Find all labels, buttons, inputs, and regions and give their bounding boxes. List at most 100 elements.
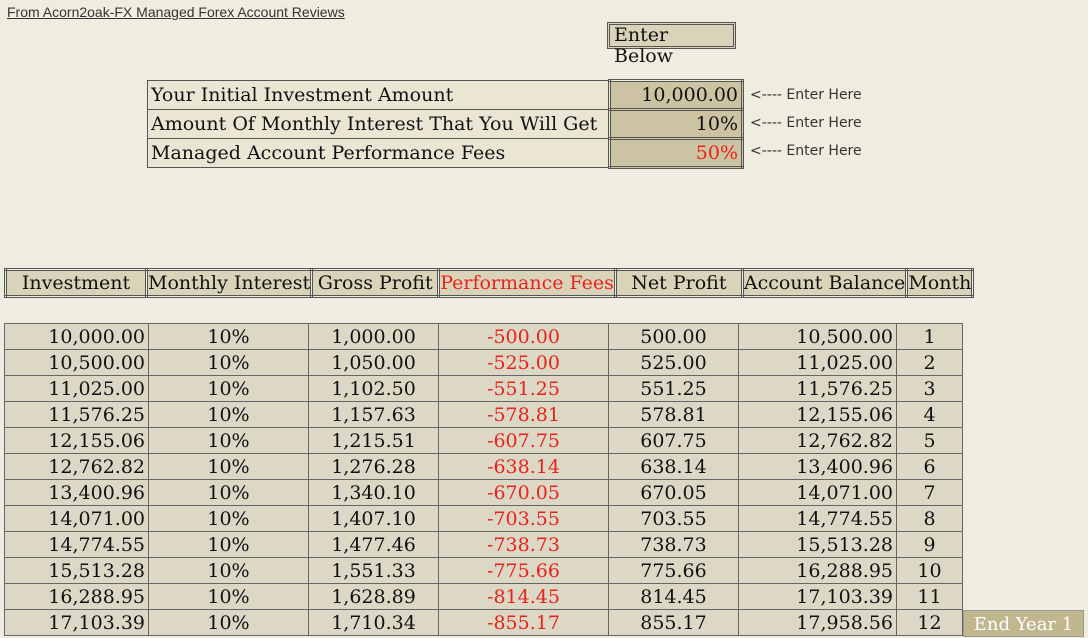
monthly-interest-label: Amount Of Monthly Interest That You Will… <box>147 109 610 139</box>
cell-account-balance: 16,288.95 <box>738 557 897 584</box>
cell-net-profit: 670.05 <box>608 479 739 506</box>
cell-month: 11 <box>896 583 963 610</box>
cell-monthly-interest: 10% <box>148 583 309 610</box>
cell-monthly-interest: 10% <box>148 609 309 636</box>
input-row: Managed Account Performance Fees 50% <box>147 137 744 169</box>
cell-monthly-interest: 10% <box>148 531 309 558</box>
cell-performance-fees: -703.55 <box>438 505 609 532</box>
end-year-label: End Year 1 <box>963 610 1084 637</box>
header-gross-profit: Gross Profit <box>310 268 441 298</box>
cell-gross-profit: 1,551.33 <box>308 557 439 584</box>
cell-month: 9 <box>896 531 963 558</box>
cell-month: 7 <box>896 479 963 506</box>
cell-net-profit: 500.00 <box>608 323 739 350</box>
cell-investment: 14,071.00 <box>4 505 149 532</box>
cell-account-balance: 12,155.06 <box>738 401 897 428</box>
cell-monthly-interest: 10% <box>148 557 309 584</box>
cell-gross-profit: 1,000.00 <box>308 323 439 350</box>
cell-month: 12 <box>896 609 963 636</box>
table-row: 16,288.95 10% 1,628.89 -814.45 814.45 17,103.… <box>4 583 963 610</box>
cell-investment: 10,000.00 <box>4 323 149 350</box>
cell-investment: 17,103.39 <box>4 609 149 636</box>
header-net-profit: Net Profit <box>613 268 744 298</box>
monthly-interest-input[interactable]: 10% <box>608 108 744 140</box>
cell-performance-fees: -578.81 <box>438 401 609 428</box>
cell-account-balance: 17,958.56 <box>738 609 897 636</box>
cell-gross-profit: 1,628.89 <box>308 583 439 610</box>
cell-net-profit: 638.14 <box>608 453 739 480</box>
cell-monthly-interest: 10% <box>148 453 309 480</box>
cell-gross-profit: 1,407.10 <box>308 505 439 532</box>
cell-investment: 13,400.96 <box>4 479 149 506</box>
enter-here-hint: <---- Enter Here <box>750 87 862 103</box>
cell-account-balance: 10,500.00 <box>738 323 897 350</box>
column-header-row: Investment Monthly Interest Gross Profit… <box>4 268 975 298</box>
cell-account-balance: 11,576.25 <box>738 375 897 402</box>
cell-gross-profit: 1,215.51 <box>308 427 439 454</box>
cell-account-balance: 12,762.82 <box>738 427 897 454</box>
cell-month: 8 <box>896 505 963 532</box>
cell-monthly-interest: 10% <box>148 427 309 454</box>
cell-investment: 12,762.82 <box>4 453 149 480</box>
cell-investment: 10,500.00 <box>4 349 149 376</box>
cell-month: 5 <box>896 427 963 454</box>
cell-monthly-interest: 10% <box>148 349 309 376</box>
header-investment: Investment <box>4 268 148 298</box>
cell-performance-fees: -638.14 <box>438 453 609 480</box>
cell-performance-fees: -607.75 <box>438 427 609 454</box>
source-link[interactable]: From Acorn2oak-FX Managed Forex Account … <box>7 4 345 20</box>
enter-here-hint: <---- Enter Here <box>750 143 862 159</box>
cell-net-profit: 551.25 <box>608 375 739 402</box>
table-row: 11,576.25 10% 1,157.63 -578.81 578.81 12,155.… <box>4 401 963 428</box>
cell-account-balance: 14,071.00 <box>738 479 897 506</box>
cell-account-balance: 11,025.00 <box>738 349 897 376</box>
table-row: 14,774.55 10% 1,477.46 -738.73 738.73 15,513.… <box>4 531 963 558</box>
table-row: 11,025.00 10% 1,102.50 -551.25 551.25 11,576.… <box>4 375 963 402</box>
cell-net-profit: 775.66 <box>608 557 739 584</box>
cell-net-profit: 738.73 <box>608 531 739 558</box>
table-row: 12,762.82 10% 1,276.28 -638.14 638.14 13,400.… <box>4 453 963 480</box>
cell-performance-fees: -738.73 <box>438 531 609 558</box>
initial-investment-input[interactable]: 10,000.00 <box>608 79 744 111</box>
cell-gross-profit: 1,102.50 <box>308 375 439 402</box>
cell-investment: 12,155.06 <box>4 427 149 454</box>
table-row: 10,500.00 10% 1,050.00 -525.00 525.00 11,025.… <box>4 349 963 376</box>
projection-table: 10,000.00 10% 1,000.00 -500.00 500.00 10,500.… <box>4 323 963 636</box>
cell-net-profit: 578.81 <box>608 401 739 428</box>
cell-account-balance: 15,513.28 <box>738 531 897 558</box>
cell-account-balance: 14,774.55 <box>738 505 897 532</box>
header-month: Month <box>905 268 975 298</box>
header-account-balance: Account Balance <box>740 268 909 298</box>
cell-month: 1 <box>896 323 963 350</box>
cell-performance-fees: -855.17 <box>438 609 609 636</box>
cell-performance-fees: -551.25 <box>438 375 609 402</box>
cell-monthly-interest: 10% <box>148 375 309 402</box>
enter-here-hint: <---- Enter Here <box>750 115 862 131</box>
cell-gross-profit: 1,340.10 <box>308 479 439 506</box>
table-row: 17,103.39 10% 1,710.34 -855.17 855.17 17,958.… <box>4 609 963 636</box>
table-row: 13,400.96 10% 1,340.10 -670.05 670.05 14,071.… <box>4 479 963 506</box>
cell-investment: 16,288.95 <box>4 583 149 610</box>
cell-month: 6 <box>896 453 963 480</box>
cell-monthly-interest: 10% <box>148 479 309 506</box>
table-row: 15,513.28 10% 1,551.33 -775.66 775.66 16,288.… <box>4 557 963 584</box>
cell-performance-fees: -525.00 <box>438 349 609 376</box>
cell-net-profit: 855.17 <box>608 609 739 636</box>
performance-fees-input[interactable]: 50% <box>608 137 744 169</box>
cell-month: 3 <box>896 375 963 402</box>
cell-investment: 11,576.25 <box>4 401 149 428</box>
cell-monthly-interest: 10% <box>148 505 309 532</box>
header-monthly-interest: Monthly Interest <box>144 268 314 298</box>
cell-month: 10 <box>896 557 963 584</box>
cell-gross-profit: 1,050.00 <box>308 349 439 376</box>
input-row: Your Initial Investment Amount 10,000.00 <box>147 79 744 111</box>
cell-account-balance: 17,103.39 <box>738 583 897 610</box>
table-row: 10,000.00 10% 1,000.00 -500.00 500.00 10,500.… <box>4 323 963 350</box>
cell-performance-fees: -814.45 <box>438 583 609 610</box>
cell-net-profit: 607.75 <box>608 427 739 454</box>
cell-net-profit: 814.45 <box>608 583 739 610</box>
cell-gross-profit: 1,157.63 <box>308 401 439 428</box>
cell-gross-profit: 1,477.46 <box>308 531 439 558</box>
cell-account-balance: 13,400.96 <box>738 453 897 480</box>
cell-month: 4 <box>896 401 963 428</box>
